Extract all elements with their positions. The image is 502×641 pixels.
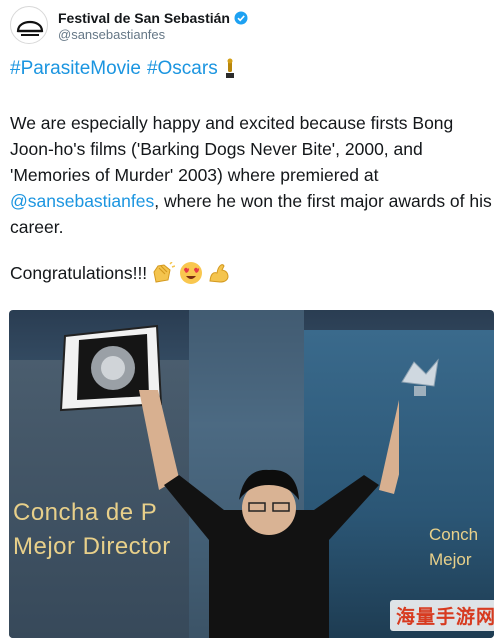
verified-badge-icon <box>234 11 248 25</box>
flexed-biceps-icon <box>209 264 229 283</box>
tweet-header: Festival de San Sebastián @sansebastianf… <box>10 6 490 46</box>
site-watermark: 海量手游网 <box>390 600 502 631</box>
congrats-text: Congratulations!!! <box>10 262 148 283</box>
director-figure <box>139 390 399 638</box>
account-avatar[interactable] <box>10 6 48 44</box>
tweet-text-part-1: We are especially happy and excited beca… <box>10 113 454 185</box>
sign-right: Conch Mejor <box>429 522 478 572</box>
hashtag-oscars[interactable]: #Oscars <box>147 58 218 80</box>
mention-link[interactable]: @sansebastianfes <box>10 191 154 211</box>
shell-logo-icon <box>16 20 44 36</box>
tweet-photo[interactable]: Concha de P Mejor Director Conch Mejor <box>9 310 494 638</box>
tweet-body: We are especially happy and excited beca… <box>10 110 496 240</box>
hashtag-line: #ParasiteMovie #Oscars <box>10 58 236 80</box>
trophy-icon <box>225 58 234 78</box>
heart-eyes-icon <box>180 262 203 284</box>
display-name[interactable]: Festival de San Sebastián <box>58 10 230 26</box>
clapping-hands-icon <box>153 262 176 283</box>
statuette-icon <box>401 358 439 396</box>
sign-left: Concha de P Mejor Director <box>13 496 171 564</box>
congrats-line: Congratulations!!! <box>10 261 231 285</box>
sign-right-line-2: Mejor <box>429 550 472 569</box>
sign-right-line-1: Conch <box>429 525 479 544</box>
hashtag-parasite[interactable]: #ParasiteMovie <box>10 58 141 80</box>
account-handle[interactable]: @sansebastianfes <box>58 27 165 42</box>
sign-left-line-1: Concha de P <box>13 499 158 526</box>
name-row: Festival de San Sebastián <box>58 10 248 26</box>
sign-left-line-2: Mejor Director <box>13 533 171 560</box>
